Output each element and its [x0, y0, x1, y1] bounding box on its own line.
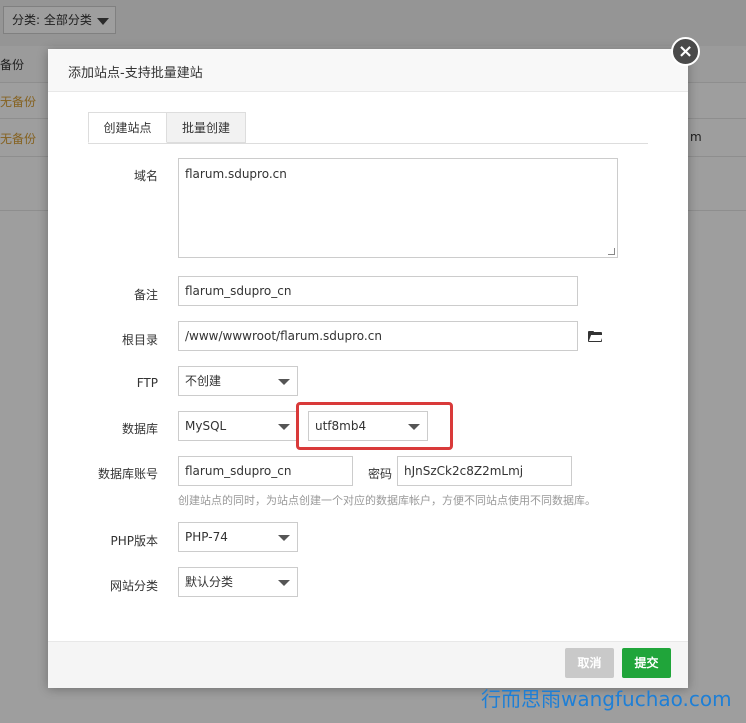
chevron-down-icon [278, 535, 290, 541]
root-dir-value: /www/wwwroot/flarum.sdupro.cn [185, 329, 382, 343]
php-version-value: PHP-74 [185, 530, 228, 544]
domain-textarea[interactable]: flarum.sdupro.cn [178, 158, 618, 258]
db-account-value: flarum_sdupro_cn [185, 464, 292, 478]
tab-create-site[interactable]: 创建站点 [88, 112, 167, 143]
php-version-select[interactable]: PHP-74 [178, 522, 298, 552]
watermark-text: 行而思雨wangfuchao.com [481, 687, 732, 711]
chevron-down-icon [278, 379, 290, 385]
close-icon[interactable]: × [671, 37, 700, 66]
php-version-label: PHP版本 [110, 534, 159, 548]
dialog-header: 添加站点-支持批量建站 [48, 49, 688, 92]
password-label: 密码 [368, 467, 393, 481]
password-input[interactable]: hJnSzCk2c8Z2mLmj [397, 456, 572, 486]
chevron-down-icon [278, 424, 290, 430]
tab-batch-create[interactable]: 批量创建 [167, 112, 246, 143]
dialog-title: 添加站点-支持批量建站 [68, 66, 203, 81]
remark-label: 备注 [133, 288, 158, 302]
folder-open-icon[interactable] [588, 331, 604, 342]
remark-value: flarum_sdupro_cn [185, 284, 292, 298]
ftp-select[interactable]: 不创建 [178, 366, 298, 396]
db-account-label: 数据库账号 [97, 467, 158, 481]
remark-input[interactable]: flarum_sdupro_cn [178, 276, 578, 306]
site-category-select[interactable]: 默认分类 [178, 567, 298, 597]
resize-handle-icon[interactable] [608, 248, 615, 255]
site-category-value: 默认分类 [185, 575, 234, 589]
dialog-tabs: 创建站点 批量创建 [88, 112, 648, 144]
chevron-down-icon [278, 580, 290, 586]
charset-highlight-box [296, 402, 453, 450]
database-type-select[interactable]: MySQL [178, 411, 298, 441]
root-dir-input[interactable]: /www/wwwroot/flarum.sdupro.cn [178, 321, 578, 351]
domain-label: 域名 [133, 169, 158, 183]
cancel-button[interactable]: 取消 [565, 648, 614, 678]
root-dir-label: 根目录 [121, 333, 158, 347]
add-site-dialog: 添加站点-支持批量建站 创建站点 批量创建 域名 flarum.sdupro.c… [48, 49, 688, 688]
db-account-input[interactable]: flarum_sdupro_cn [178, 456, 353, 486]
database-label: 数据库 [121, 422, 158, 436]
domain-value: flarum.sdupro.cn [185, 167, 287, 181]
database-type-value: MySQL [185, 419, 227, 433]
password-value: hJnSzCk2c8Z2mLmj [404, 464, 524, 478]
site-category-label: 网站分类 [109, 579, 158, 593]
submit-button[interactable]: 提交 [622, 648, 671, 678]
ftp-value: 不创建 [185, 374, 222, 388]
ftp-label: FTP [136, 376, 158, 390]
db-hint-text: 创建站点的同时，为站点创建一个对应的数据库帐户，方便不同站点使用不同数据库。 [178, 494, 596, 507]
